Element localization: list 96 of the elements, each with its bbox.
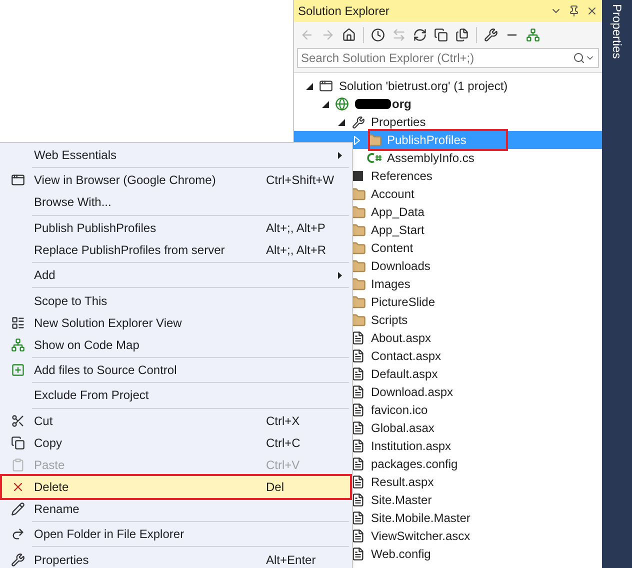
shortcut-text: Ctrl+C xyxy=(266,434,302,452)
tree-item-label[interactable]: Images xyxy=(371,275,410,293)
file-icon xyxy=(351,547,365,561)
diagram-icon[interactable] xyxy=(526,28,540,42)
menu-item[interactable]: Properties Alt+Enter xyxy=(2,548,350,568)
curved-arrow-icon xyxy=(11,527,25,542)
collapsed-arrow-icon[interactable] xyxy=(354,136,360,144)
tree-item-label[interactable]: Content xyxy=(371,239,414,257)
tree-item-label[interactable]: Scripts xyxy=(371,311,408,329)
search-box[interactable]: Search Solution Explorer (Ctrl+;) xyxy=(297,48,599,68)
pin-icon[interactable] xyxy=(568,5,580,17)
file-icon xyxy=(351,493,365,507)
tree-item-label[interactable]: Properties xyxy=(371,113,426,131)
tree-item-label[interactable]: packages.config xyxy=(371,455,458,473)
menu-item[interactable]: Open Folder in File Explorer xyxy=(2,523,350,546)
file-icon xyxy=(351,529,365,543)
file-icon xyxy=(351,439,365,453)
tree-item-label[interactable]: PictureSlide xyxy=(371,293,436,311)
menu-item[interactable]: Delete Del xyxy=(2,476,350,498)
menu-item[interactable]: Scope to This xyxy=(2,290,350,312)
panel-title: Solution Explorer xyxy=(298,3,390,20)
file-icon xyxy=(351,511,365,525)
home-icon[interactable] xyxy=(342,28,356,42)
tree-item-label[interactable]: Result.aspx xyxy=(371,473,434,491)
diagram-icon xyxy=(11,338,25,352)
menu-item[interactable]: Cut Ctrl+X xyxy=(2,410,350,432)
file-icon xyxy=(351,367,365,381)
menu-item[interactable]: Add xyxy=(2,264,350,286)
expanded-arrow-icon[interactable] xyxy=(322,100,328,108)
tree-item-label[interactable]: Default.aspx xyxy=(371,365,438,383)
tree-item-label[interactable]: org xyxy=(392,95,412,113)
paste-icon xyxy=(11,458,25,472)
copy-icon xyxy=(11,436,25,450)
tree-item-label[interactable]: Account xyxy=(371,185,414,203)
tree-item-label[interactable]: Contact.aspx xyxy=(371,347,442,365)
expanded-arrow-icon[interactable] xyxy=(306,82,312,90)
file-icon xyxy=(351,385,365,399)
clock-icon[interactable] xyxy=(371,28,385,42)
menu-item[interactable]: Rename xyxy=(2,498,350,520)
cut-icon xyxy=(11,414,25,428)
wrench-icon xyxy=(352,116,364,128)
tree-item-label[interactable]: App_Start xyxy=(371,221,424,239)
tree-item-label[interactable]: AssemblyInfo.cs xyxy=(387,149,474,167)
tree-item-label[interactable]: App_Data xyxy=(371,203,424,221)
tree-item-label[interactable]: Global.asax xyxy=(371,419,434,437)
shortcut-text: Ctrl+X xyxy=(266,412,301,430)
shortcut-text: Alt+;, Alt+R xyxy=(266,242,328,259)
menu-item[interactable]: Add files to Source Control xyxy=(2,358,350,381)
menu-item[interactable]: Show on Code Map xyxy=(2,334,350,356)
side-tab[interactable]: Properties xyxy=(608,4,626,59)
globe-icon xyxy=(335,97,349,111)
collapse-all-icon[interactable] xyxy=(434,28,448,42)
references-icon xyxy=(353,171,363,181)
search-icon[interactable] xyxy=(573,52,585,64)
tree-item-label[interactable]: Web.config xyxy=(371,545,431,563)
tree-item-label[interactable]: ViewSwitcher.ascx xyxy=(371,527,470,545)
shortcut-text: Ctrl+V xyxy=(266,456,301,474)
file-icon xyxy=(351,475,365,489)
file-icon xyxy=(351,421,365,435)
tree-item-label[interactable]: About.aspx xyxy=(371,329,432,347)
window-list-icon xyxy=(11,316,25,330)
menu-item[interactable]: Copy Ctrl+C xyxy=(2,432,350,454)
csharp-icon xyxy=(366,152,382,164)
tree-item-label[interactable]: Solution 'bietrust.org' (1 project) xyxy=(339,77,508,95)
tree-item-label[interactable]: Site.Master xyxy=(371,491,432,509)
shortcut-text: Del xyxy=(266,478,286,496)
file-icon xyxy=(351,457,365,471)
menu-item[interactable]: Publish PublishProfiles Alt+;, Alt+P xyxy=(2,216,350,239)
close-icon[interactable] xyxy=(586,5,598,17)
menu-item[interactable]: Exclude From Project xyxy=(2,384,350,406)
files-icon[interactable] xyxy=(455,28,469,42)
file-icon xyxy=(351,403,365,417)
tree-item-label[interactable]: Downloads xyxy=(371,257,430,275)
menu-item[interactable]: New Solution Explorer View xyxy=(2,312,350,334)
browser-window-icon xyxy=(11,173,25,188)
rename-icon xyxy=(11,502,25,516)
tree-item-label[interactable]: favicon.ico xyxy=(371,401,428,419)
wrench-icon xyxy=(11,552,25,567)
refresh-icon[interactable] xyxy=(413,28,427,42)
shortcut-text: Alt+Enter xyxy=(266,552,317,568)
plus-square-icon xyxy=(11,362,25,377)
menu-item[interactable]: View in Browser (Google Chrome) Ctrl+Shift+W xyxy=(2,169,350,192)
tree-item-label[interactable]: References xyxy=(371,167,432,185)
search-field[interactable]: Search Solution Explorer (Ctrl+;) xyxy=(301,49,573,67)
tree-item-label[interactable]: Site.Mobile.Master xyxy=(371,509,470,527)
expanded-arrow-icon[interactable] xyxy=(338,118,344,126)
menu-item[interactable]: Browse With... xyxy=(2,191,350,214)
file-icon xyxy=(351,331,365,345)
tree-item-label[interactable]: Download.aspx xyxy=(371,383,454,401)
tree-item-label[interactable]: Institution.aspx xyxy=(371,437,452,455)
solution-icon xyxy=(319,79,333,93)
file-icon xyxy=(351,349,365,363)
shortcut-text: Alt+;, Alt+P xyxy=(266,220,326,237)
menu-item[interactable]: Replace PublishProfiles from server Alt+;, Alt+R xyxy=(2,238,350,261)
wrench-icon[interactable] xyxy=(484,28,498,42)
shortcut-text: Ctrl+Shift+W xyxy=(266,172,336,190)
